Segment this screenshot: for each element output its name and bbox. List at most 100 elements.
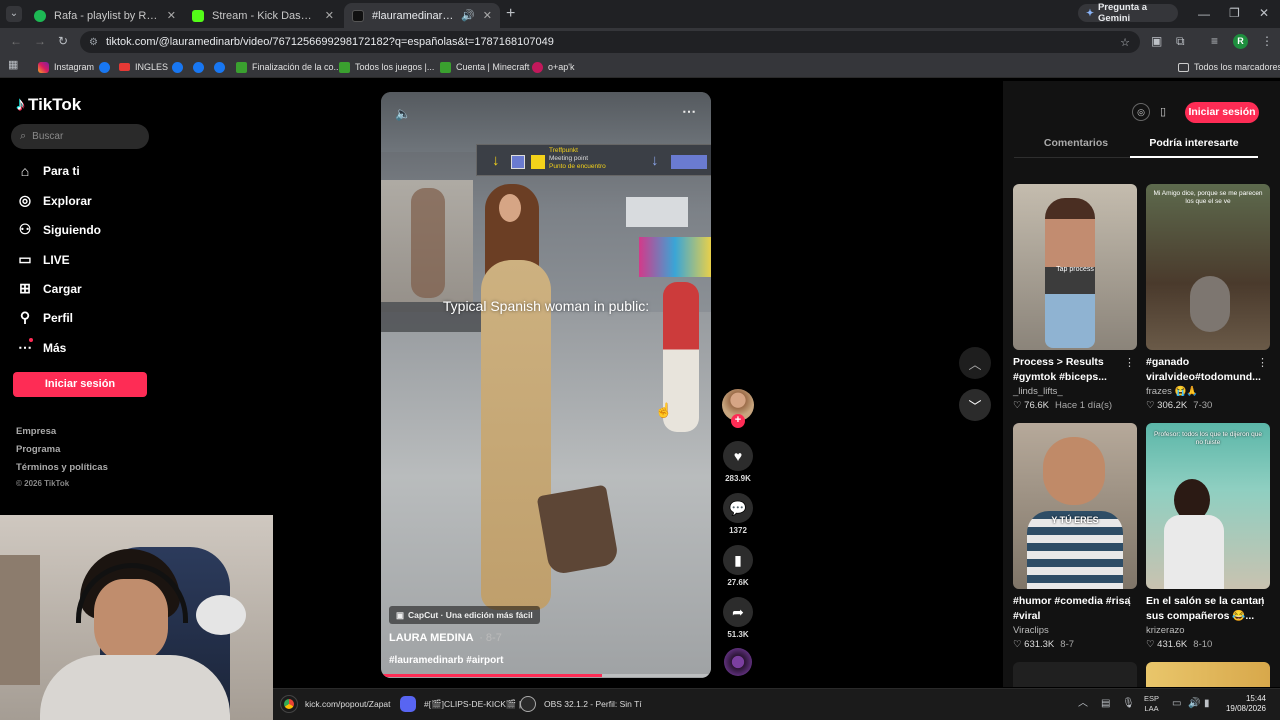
next-video-button[interactable]: ﹀ xyxy=(959,389,991,421)
footer-empresa[interactable]: Empresa xyxy=(16,426,56,437)
tab-comentarios[interactable]: Comentarios xyxy=(1014,137,1138,149)
tiktok-logo[interactable]: ♪ TikTok xyxy=(16,94,81,115)
tray-chevron-icon[interactable]: ︿ xyxy=(1078,699,1088,709)
tab-podria-interesarte[interactable]: Podría interesarte xyxy=(1130,137,1258,149)
footer-programa[interactable]: Programa xyxy=(16,444,60,455)
new-tab-icon[interactable]: + xyxy=(506,6,515,22)
recommended-card[interactable]: Y TÚ ERES #humor #comedia #risa #viral V… xyxy=(1013,423,1137,650)
nav-cargar[interactable]: ⊞ Cargar xyxy=(16,280,82,297)
recommended-card[interactable]: Mi Amigo dice, porque se me parecen los … xyxy=(1146,184,1270,411)
bookmark-minecraft[interactable]: Cuenta | Minecraft xyxy=(440,59,529,75)
profile-avatar[interactable]: R xyxy=(1233,34,1248,49)
card-thumbnail: Y TÚ ERES xyxy=(1013,423,1137,589)
card-more-icon[interactable]: ⋮ xyxy=(1257,356,1268,369)
recommended-card[interactable]: Tap process Process > Results #gymtok #b… xyxy=(1013,184,1137,411)
battery-icon[interactable]: ▮ xyxy=(1204,699,1210,709)
tab-tiktok[interactable]: #lauramedinarb #airport | T 🔊 ✕ xyxy=(344,3,500,28)
more-options-icon[interactable]: ⋯ xyxy=(682,103,696,120)
recommended-card-partial[interactable] xyxy=(1013,662,1137,687)
facebook-icon[interactable] xyxy=(172,59,188,75)
forward-icon[interactable]: → xyxy=(34,35,46,47)
recommended-card[interactable]: Profesor: todos los que te dijeron que n… xyxy=(1146,423,1270,650)
recommended-card-partial[interactable] xyxy=(1146,662,1270,687)
tab-search-list-icon[interactable]: ≡ xyxy=(1211,35,1218,47)
chrome-icon xyxy=(280,695,298,713)
nav-perfil[interactable]: ⚲ Perfil xyxy=(16,309,73,326)
coin-icon[interactable]: ◎ xyxy=(1132,103,1150,121)
progress-track[interactable] xyxy=(381,674,711,677)
wall-shelf xyxy=(0,555,40,685)
follow-plus-icon[interactable]: + xyxy=(731,414,745,428)
system-clock[interactable]: 15:44 19/08/2026 xyxy=(1224,694,1266,714)
cast-icon[interactable]: ▣ xyxy=(1151,35,1162,47)
menu-kebab-icon[interactable]: ⋮ xyxy=(1261,35,1273,47)
mute-icon[interactable]: 🔈 xyxy=(395,106,411,122)
taskbar-item-discord[interactable]: #[🎬]CLIPS-DE-KICK🎬 | xyxy=(400,692,521,716)
gemini-button[interactable]: ✦ Pregunta a Gemini xyxy=(1078,2,1178,24)
taskbar-item-chrome[interactable]: kick.com/popout/Zapat xyxy=(280,692,391,716)
nav-para-ti[interactable]: ⌂ Para ti xyxy=(16,163,80,179)
facebook-icon[interactable] xyxy=(99,59,115,75)
extensions-icon[interactable]: ⧉ xyxy=(1176,35,1185,47)
like-button[interactable]: ♥ 283.9K xyxy=(722,441,754,483)
comment-button[interactable]: 💬 1372 xyxy=(722,493,754,535)
card-more-icon[interactable]: ⋮ xyxy=(1124,356,1135,369)
bookmark-ingles[interactable]: INGLES xyxy=(119,59,168,75)
nav-live[interactable]: ▭ LIVE xyxy=(16,251,69,268)
facebook-icon[interactable] xyxy=(193,59,209,75)
close-icon[interactable]: ✕ xyxy=(483,9,492,22)
taskbar-item-obs[interactable]: OBS 32.1.2 - Perfil: Sin Tí xyxy=(520,692,642,716)
network-icon[interactable]: ▭ xyxy=(1172,699,1181,709)
share-icon: ➦ xyxy=(723,597,753,627)
bookmark-star-icon[interactable]: ☆ xyxy=(1120,36,1130,49)
apps-grid-icon[interactable]: ▦ xyxy=(8,60,18,71)
card-meta: ♡ 306.2K 7-30 xyxy=(1146,400,1213,411)
capcut-badge[interactable]: ▣ CapCut · Una edición más fácil xyxy=(389,606,540,624)
minimize-icon[interactable]: — xyxy=(1198,8,1210,20)
login-button[interactable]: Iniciar sesión xyxy=(13,372,147,397)
tab-kick[interactable]: Stream - Kick Dashboard ✕ xyxy=(184,3,342,28)
video-hashtags[interactable]: #lauramedinarb #airport xyxy=(389,655,503,666)
facebook-icon[interactable] xyxy=(214,59,230,75)
phone-icon[interactable]: ▯ xyxy=(1155,103,1171,121)
speaker-icon[interactable]: 🔊 xyxy=(461,9,475,22)
back-icon[interactable]: ← xyxy=(10,35,22,47)
reload-icon[interactable]: ↻ xyxy=(58,35,68,47)
nav-explorar[interactable]: ◎ Explorar xyxy=(16,192,92,209)
all-bookmarks[interactable]: Todos los marcadores xyxy=(1178,59,1280,75)
tab-title: Stream - Kick Dashboard xyxy=(212,9,317,22)
music-disc[interactable] xyxy=(724,648,752,676)
folder-icon xyxy=(1178,62,1189,72)
tab-spotify[interactable]: Rafa - playlist by Rafael.xared | ✕ xyxy=(26,3,184,28)
sign-text: Treffpunkt Meeting point Punto de encuen… xyxy=(549,147,606,170)
card-more-icon[interactable]: ⋮ xyxy=(1124,595,1135,608)
save-button[interactable]: ▮ 27.6K xyxy=(722,545,754,587)
address-bar[interactable]: ⚙ tiktok.com/@lauramedinarb/video/767125… xyxy=(80,31,1140,53)
close-icon[interactable]: ✕ xyxy=(167,9,176,22)
tab-search-icon[interactable]: ⌄ xyxy=(6,6,22,22)
nav-mas[interactable]: ⋯ Más xyxy=(16,339,66,356)
card-more-icon[interactable]: ⋮ xyxy=(1257,595,1268,608)
nav-siguiendo[interactable]: ⚇ Siguiendo xyxy=(16,221,101,238)
prev-video-button[interactable]: ︿ xyxy=(959,347,991,379)
footer-terminos[interactable]: Términos y políticas xyxy=(16,462,108,473)
light-panel xyxy=(626,197,688,227)
video-author[interactable]: LAURA MEDINA · 8-7 xyxy=(389,632,502,644)
microphone-icon[interactable]: 🎙 xyxy=(1122,699,1135,709)
search-input[interactable]: ⌕ Buscar xyxy=(11,124,149,149)
language-indicator[interactable]: ESP LAA xyxy=(1144,694,1159,714)
bookmark-todos-juegos[interactable]: Todos los juegos |... xyxy=(339,59,434,75)
close-icon[interactable]: ✕ xyxy=(325,9,334,22)
restore-icon[interactable]: ❐ xyxy=(1229,7,1240,19)
bookmark-instagram[interactable]: Instagram xyxy=(38,59,94,75)
tray-app-icon[interactable]: ▤ xyxy=(1101,699,1110,709)
bookmark-oapk[interactable]: o+ap'k xyxy=(532,59,575,75)
right-login-button[interactable]: Iniciar sesión xyxy=(1185,102,1259,123)
card-meta: ♡ 76.6K Hace 1 día(s) xyxy=(1013,400,1113,411)
volume-icon[interactable]: 🔊 xyxy=(1188,699,1200,709)
window-close-icon[interactable]: ✕ xyxy=(1259,7,1269,19)
video-player[interactable]: ↓ Treffpunkt Meeting point Punto de encu… xyxy=(381,92,711,678)
site-info-icon[interactable]: ⚙ xyxy=(89,37,98,48)
share-button[interactable]: ➦ 51.3K xyxy=(722,597,754,639)
bookmark-finalizacion[interactable]: Finalización de la co... xyxy=(236,59,341,75)
